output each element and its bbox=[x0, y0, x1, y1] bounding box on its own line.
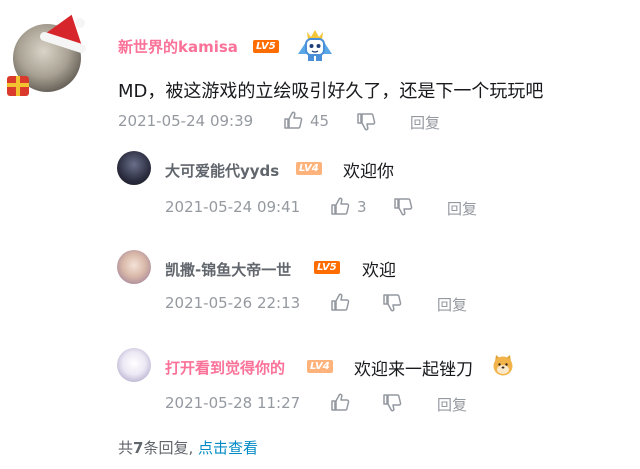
view-replies-link[interactable]: 点击查看 bbox=[198, 439, 258, 457]
gift-box-icon bbox=[7, 76, 29, 96]
reply-button[interactable]: 回复 bbox=[437, 294, 467, 315]
reply-avatar[interactable] bbox=[117, 151, 151, 185]
footer-suffix: 条回复, bbox=[143, 439, 194, 457]
main-avatar[interactable] bbox=[5, 7, 93, 96]
shiba-dog-emoji-icon bbox=[491, 353, 515, 377]
main-reply-button[interactable]: 回复 bbox=[410, 112, 440, 133]
reply-date: 2021-05-26 22:13 bbox=[165, 294, 301, 312]
reply-count-footer: 共7条回复, 点击查看 bbox=[118, 437, 258, 458]
like-icon[interactable] bbox=[330, 392, 350, 412]
level-badge: LV4 bbox=[307, 360, 333, 373]
reply-username[interactable]: 凯撒-锦鱼大帝一世 bbox=[165, 259, 291, 280]
level-badge: LV4 bbox=[296, 162, 322, 175]
dislike-icon[interactable] bbox=[356, 112, 376, 132]
reply-date: 2021-05-24 09:41 bbox=[165, 198, 301, 216]
like-icon[interactable] bbox=[330, 292, 350, 312]
reply-username[interactable]: 大可爱能代yyds bbox=[165, 160, 279, 181]
reply-text: 欢迎你 bbox=[343, 162, 394, 182]
main-comment-text: MD，被这游戏的立绘吸引好久了，还是下一个玩玩吧 bbox=[118, 81, 544, 102]
fan-medal-mascot-icon bbox=[294, 24, 336, 64]
reply-like-count: 3 bbox=[357, 198, 367, 216]
main-comment-date: 2021-05-24 09:39 bbox=[118, 112, 254, 130]
reply-date: 2021-05-28 11:27 bbox=[165, 394, 301, 412]
main-username[interactable]: 新世界的kamisa bbox=[118, 36, 238, 57]
dislike-icon[interactable] bbox=[393, 197, 413, 217]
reply-avatar[interactable] bbox=[117, 250, 151, 284]
like-icon[interactable] bbox=[283, 110, 303, 130]
reply-username[interactable]: 打开看到觉得你的 bbox=[165, 357, 285, 378]
reply-text: 欢迎 bbox=[362, 261, 396, 281]
reply-text: 欢迎来一起锉刀 bbox=[354, 360, 473, 380]
dislike-icon[interactable] bbox=[382, 393, 402, 413]
level-badge: LV5 bbox=[314, 261, 340, 274]
like-icon[interactable] bbox=[330, 196, 350, 216]
reply-button[interactable]: 回复 bbox=[447, 198, 477, 219]
footer-prefix: 共 bbox=[118, 439, 134, 457]
level-badge: LV5 bbox=[253, 40, 279, 53]
main-like-count: 45 bbox=[310, 112, 330, 130]
hat-pom bbox=[75, 18, 85, 28]
reply-avatar[interactable] bbox=[117, 348, 151, 382]
dislike-icon[interactable] bbox=[382, 293, 402, 313]
reply-button[interactable]: 回复 bbox=[437, 394, 467, 415]
footer-count: 7 bbox=[133, 439, 144, 457]
